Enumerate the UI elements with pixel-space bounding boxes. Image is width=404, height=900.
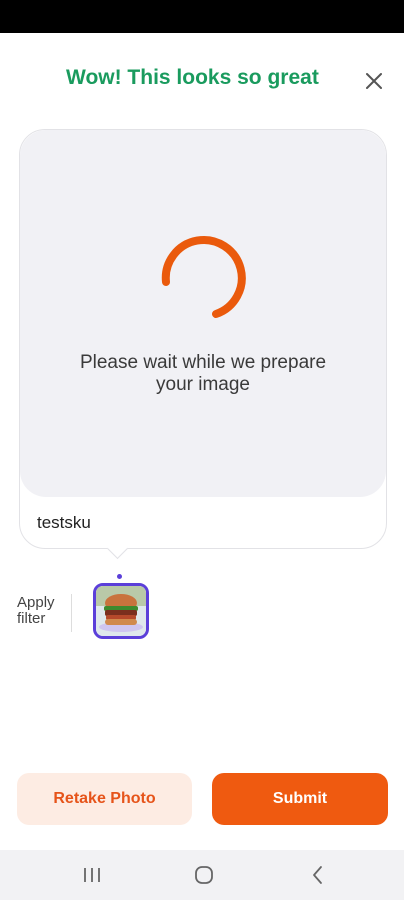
page-title: Wow! This looks so great <box>66 66 319 89</box>
home-icon[interactable] <box>192 863 216 887</box>
burger-thumbnail-icon <box>96 586 146 636</box>
filter-thumbnail[interactable] <box>93 583 149 639</box>
recents-icon[interactable] <box>80 863 104 887</box>
screen: Wow! This looks so great Please wait whi… <box>0 0 404 900</box>
filter-divider <box>71 594 72 632</box>
status-bar <box>0 0 404 33</box>
image-preview-card: Please wait while we prepare your image … <box>19 129 387 549</box>
retake-photo-button[interactable]: Retake Photo <box>17 773 192 825</box>
close-icon[interactable] <box>362 69 386 93</box>
loading-message: Please wait while we prepare your image <box>79 352 327 395</box>
back-icon[interactable] <box>306 863 330 887</box>
selected-filter-indicator <box>117 574 122 579</box>
system-nav-bar <box>0 850 404 900</box>
loading-spinner-icon <box>156 230 252 326</box>
image-preview-area: Please wait while we prepare your image <box>20 130 386 497</box>
submit-button[interactable]: Submit <box>212 773 388 825</box>
apply-filter-label: Apply filter <box>17 594 55 627</box>
sku-label: testsku <box>37 513 91 532</box>
